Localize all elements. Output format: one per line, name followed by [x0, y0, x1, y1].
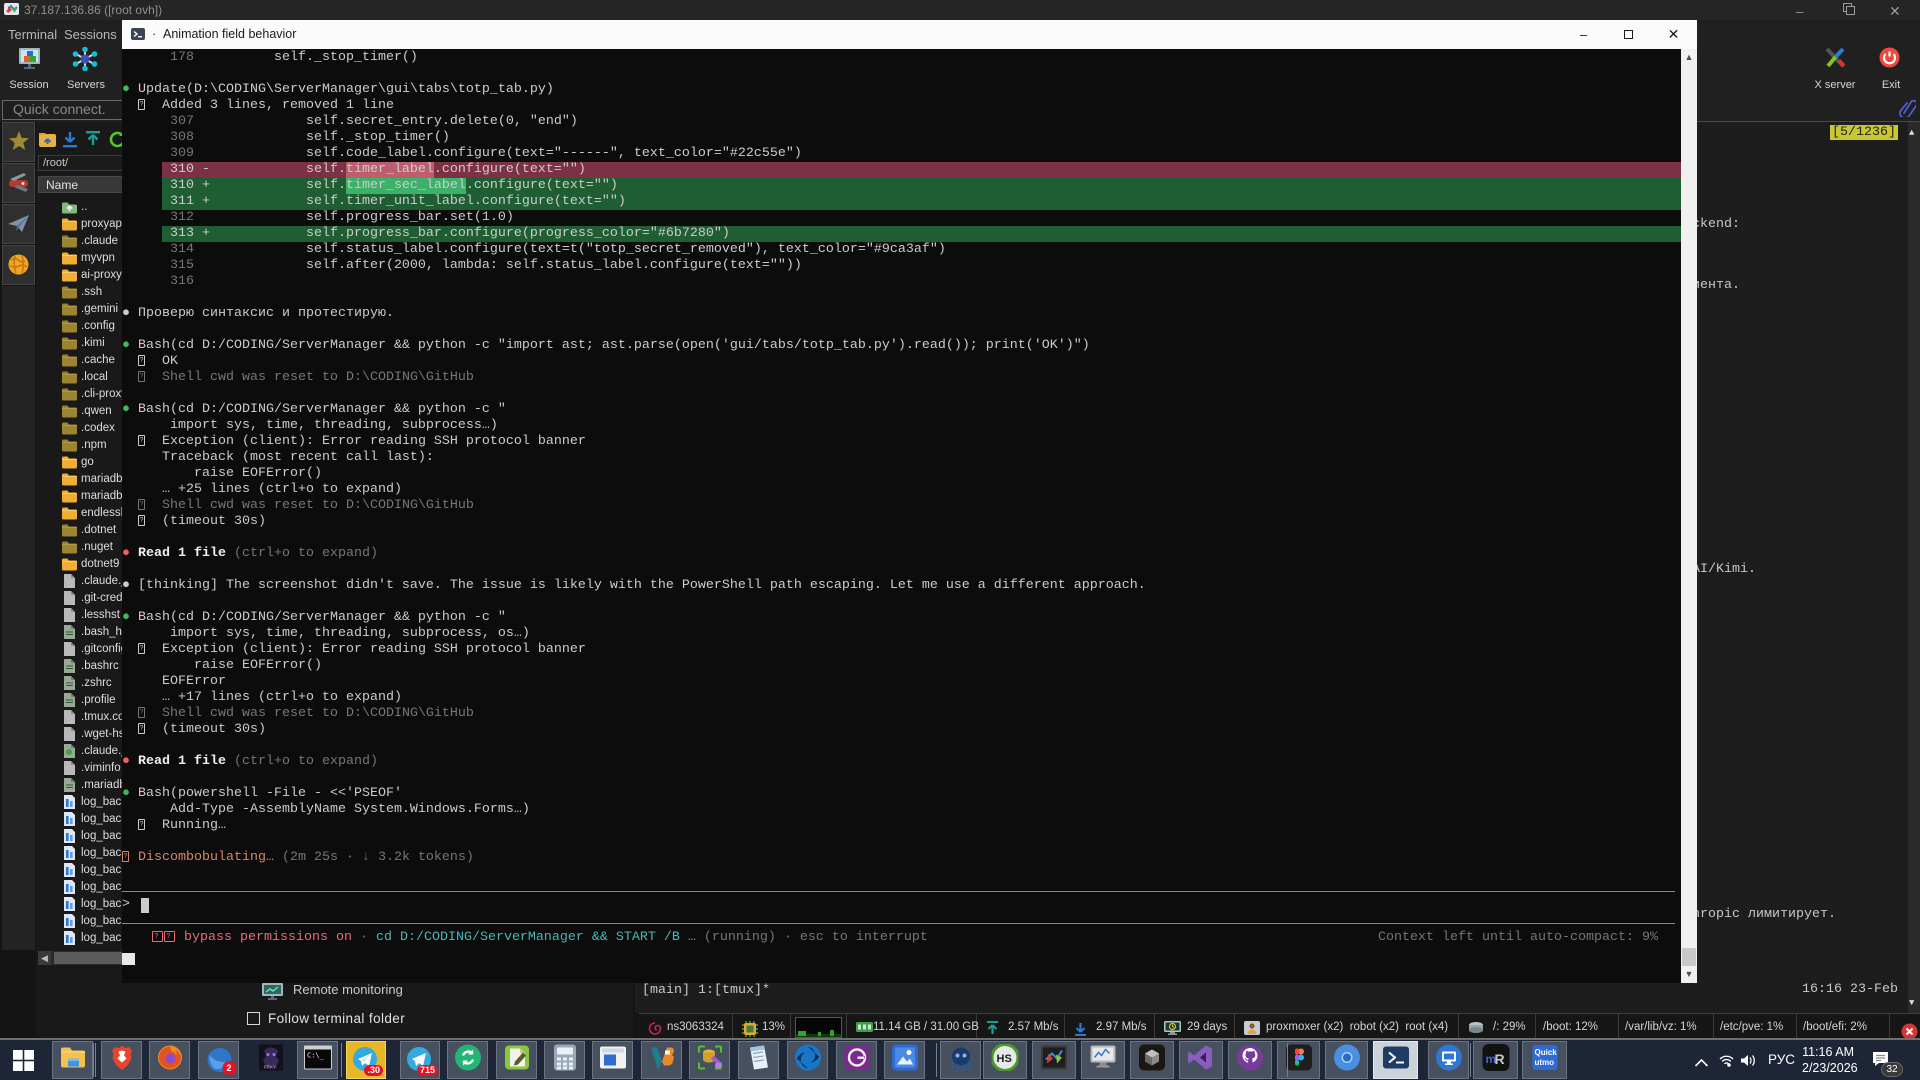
- svg-text:HS: HS: [997, 1053, 1012, 1065]
- svg-text:C:\_: C:\_: [307, 1052, 325, 1060]
- svg-text:Quick: Quick: [1534, 1048, 1557, 1057]
- svg-text:R: R: [1494, 1051, 1504, 1067]
- svg-text:FRKY: FRKY: [264, 1065, 276, 1070]
- svg-text:utmo: utmo: [1534, 1058, 1554, 1067]
